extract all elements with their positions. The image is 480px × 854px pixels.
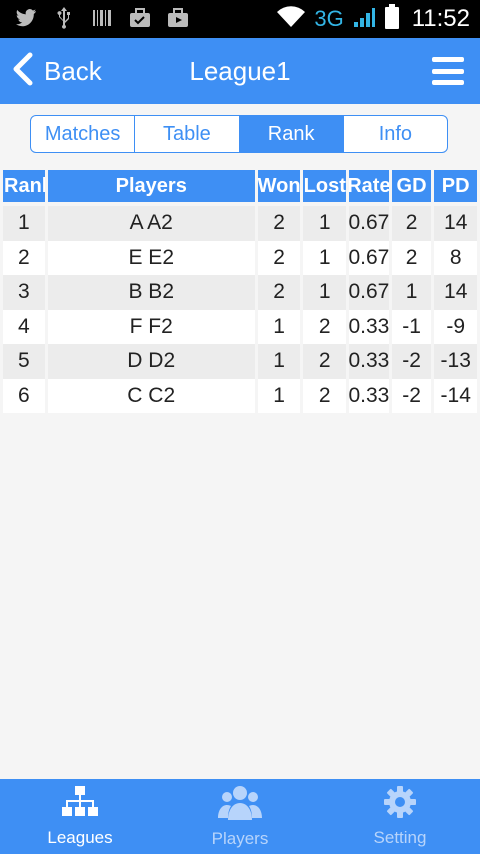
- rank-cell: 3: [3, 275, 45, 310]
- column-header-gd[interactable]: GD: [391, 170, 432, 202]
- gd-cell: 1: [391, 275, 432, 310]
- rank-cell: 5: [3, 344, 45, 379]
- table-row[interactable]: 3 B B2 2 1 0.67 1 14: [3, 275, 480, 310]
- column-header-rate[interactable]: Rate: [349, 170, 389, 202]
- nav-label: Setting: [373, 828, 427, 847]
- bottom-nav: Leagues Players Setting: [0, 779, 480, 854]
- rank-cell: 2: [3, 240, 45, 275]
- pd-cell: -13: [434, 344, 478, 379]
- clock: 11:52: [411, 5, 470, 32]
- rate-cell: 0.33: [349, 378, 389, 413]
- network-type: 3G: [314, 6, 344, 31]
- column-header-players[interactable]: Players: [47, 170, 255, 202]
- people-icon: [218, 784, 262, 825]
- column-header-rank[interactable]: Rank: [3, 170, 45, 202]
- lost-cell: 1: [303, 275, 347, 310]
- briefcase-check-icon: [128, 6, 152, 30]
- app-bar: Back League1: [0, 38, 480, 104]
- wifi-icon: [276, 5, 306, 34]
- gear-icon: [383, 785, 417, 824]
- table-row[interactable]: 1 A A2 2 1 0.67 2 14: [3, 206, 480, 241]
- player-cell: D D2: [47, 344, 255, 379]
- lost-cell: 1: [303, 240, 347, 275]
- nav-label: Players: [211, 829, 269, 848]
- tab-rank[interactable]: Rank: [239, 116, 344, 152]
- segmented-tabs: Matches Table Rank Info: [30, 115, 448, 153]
- nav-setting[interactable]: Setting: [320, 779, 480, 854]
- pd-cell: 14: [434, 206, 478, 241]
- lost-cell: 1: [303, 206, 347, 241]
- back-label: Back: [44, 55, 102, 86]
- rate-cell: 0.33: [349, 309, 389, 344]
- gd-cell: 2: [391, 240, 432, 275]
- player-cell: B B2: [47, 275, 255, 310]
- won-cell: 2: [257, 206, 301, 241]
- won-cell: 2: [257, 275, 301, 310]
- gd-cell: -1: [391, 309, 432, 344]
- gd-cell: 2: [391, 206, 432, 241]
- pd-cell: -14: [434, 378, 478, 413]
- player-cell: F F2: [47, 309, 255, 344]
- rate-cell: 0.67: [349, 275, 389, 310]
- nav-leagues[interactable]: Leagues: [0, 779, 160, 854]
- pd-cell: -9: [434, 309, 478, 344]
- rate-cell: 0.67: [349, 206, 389, 241]
- usb-icon: [52, 6, 76, 30]
- twitter-icon: [14, 6, 38, 30]
- column-header-lost[interactable]: Lost: [303, 170, 347, 202]
- hierarchy-icon: [61, 785, 99, 824]
- rank-table: Rank Players Won Lost Rate GD PD 1 A A2 …: [3, 170, 480, 413]
- tab-info[interactable]: Info: [344, 116, 447, 152]
- table-header: Rank Players Won Lost Rate GD PD: [3, 170, 480, 204]
- column-header-won[interactable]: Won: [257, 170, 301, 202]
- rank-cell: 6: [3, 378, 45, 413]
- player-cell: A A2: [47, 206, 255, 241]
- gd-cell: -2: [391, 378, 432, 413]
- menu-icon[interactable]: [432, 57, 464, 85]
- chevron-left-icon: [12, 52, 34, 91]
- signal-icon: [352, 5, 376, 34]
- won-cell: 1: [257, 378, 301, 413]
- back-button[interactable]: Back: [12, 38, 102, 104]
- gd-cell: -2: [391, 344, 432, 379]
- pd-cell: 8: [434, 240, 478, 275]
- status-bar: 3G 11:52: [0, 0, 480, 38]
- rate-cell: 0.67: [349, 240, 389, 275]
- rank-cell: 1: [3, 206, 45, 241]
- lost-cell: 2: [303, 378, 347, 413]
- rank-cell: 4: [3, 309, 45, 344]
- won-cell: 2: [257, 240, 301, 275]
- lost-cell: 2: [303, 344, 347, 379]
- player-cell: E E2: [47, 240, 255, 275]
- barcode-icon: [90, 6, 114, 30]
- nav-label: Leagues: [47, 828, 113, 847]
- rate-cell: 0.33: [349, 344, 389, 379]
- table-row[interactable]: 2 E E2 2 1 0.67 2 8: [3, 240, 480, 275]
- briefcase-play-icon: [166, 6, 190, 30]
- pd-cell: 14: [434, 275, 478, 310]
- lost-cell: 2: [303, 309, 347, 344]
- nav-players[interactable]: Players: [160, 779, 320, 854]
- player-cell: C C2: [47, 378, 255, 413]
- won-cell: 1: [257, 309, 301, 344]
- table-row[interactable]: 6 C C2 1 2 0.33 -2 -14: [3, 378, 480, 413]
- tab-table[interactable]: Table: [135, 116, 240, 152]
- won-cell: 1: [257, 344, 301, 379]
- table-row[interactable]: 4 F F2 1 2 0.33 -1 -9: [3, 309, 480, 344]
- column-header-pd[interactable]: PD: [434, 170, 477, 202]
- battery-icon: [384, 3, 400, 35]
- table-row[interactable]: 5 D D2 1 2 0.33 -2 -13: [3, 344, 480, 379]
- tab-matches[interactable]: Matches: [31, 116, 136, 152]
